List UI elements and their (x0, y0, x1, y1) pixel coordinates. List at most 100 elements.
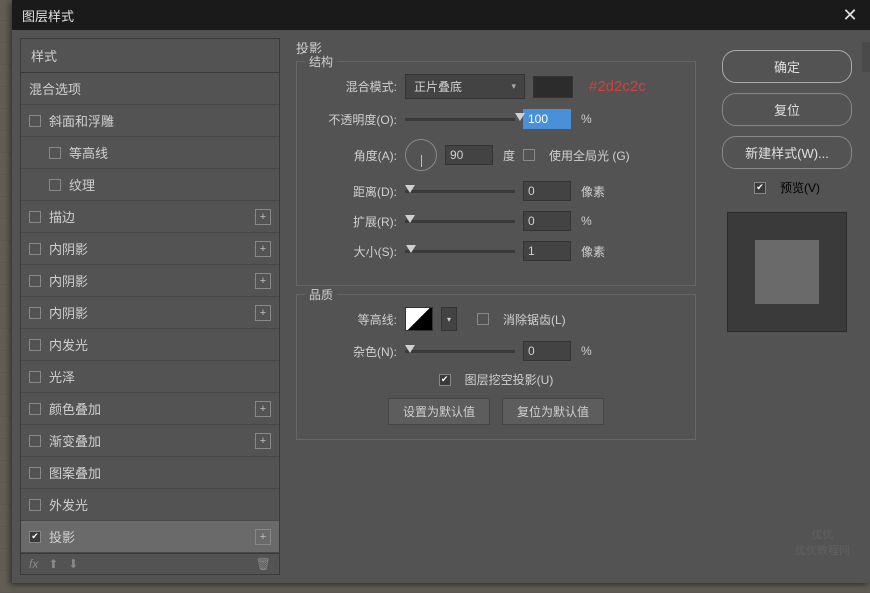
style-row-10[interactable]: 渐变叠加 + (21, 425, 279, 457)
style-label: 描边 (49, 207, 75, 226)
angle-input[interactable] (445, 145, 493, 165)
color-hex-annotation: #2d2c2c (589, 78, 646, 95)
add-effect-icon[interactable]: + (255, 241, 271, 257)
side-tab[interactable] (862, 42, 870, 72)
style-row-11[interactable]: 图案叠加 (21, 457, 279, 489)
style-row-9[interactable]: 颜色叠加 + (21, 393, 279, 425)
spread-label: 扩展(R): (307, 213, 397, 230)
style-checkbox[interactable] (29, 339, 41, 351)
add-effect-icon[interactable]: + (255, 209, 271, 225)
add-effect-icon[interactable]: + (255, 433, 271, 449)
preview-checkbox[interactable]: ✔预览(V) (754, 179, 820, 196)
style-checkbox[interactable] (29, 499, 41, 511)
size-slider[interactable] (405, 250, 515, 253)
reset-default-button[interactable]: 复位为默认值 (502, 398, 604, 425)
panel-title: 投影 (296, 38, 696, 57)
style-checkbox[interactable] (49, 147, 61, 159)
chevron-down-icon: ▾ (511, 81, 516, 92)
antialias-checkbox[interactable]: 消除锯齿(L) (477, 311, 566, 328)
style-checkbox[interactable] (29, 307, 41, 319)
style-label: 内发光 (49, 335, 88, 354)
styles-header[interactable]: 样式 (21, 39, 279, 73)
distance-input[interactable] (523, 181, 571, 201)
opacity-input[interactable] (523, 109, 571, 129)
style-label: 外发光 (49, 495, 88, 514)
style-row-2[interactable]: 纹理 (21, 169, 279, 201)
action-panel: 确定 复位 新建样式(W)... ✔预览(V) (712, 38, 862, 575)
style-row-12[interactable]: 外发光 (21, 489, 279, 521)
style-checkbox[interactable] (29, 467, 41, 479)
style-checkbox[interactable] (29, 211, 41, 223)
add-effect-icon[interactable]: + (255, 401, 271, 417)
fx-icon[interactable]: fx (29, 557, 38, 571)
style-label: 纹理 (69, 175, 95, 194)
contour-dropdown[interactable]: ▾ (441, 307, 457, 331)
style-label: 斜面和浮雕 (49, 111, 114, 130)
style-row-7[interactable]: 内发光 (21, 329, 279, 361)
style-checkbox[interactable] (29, 115, 41, 127)
style-checkbox[interactable] (29, 435, 41, 447)
add-effect-icon[interactable]: + (255, 529, 271, 545)
styles-sidebar: 样式 混合选项 斜面和浮雕等高线纹理描边 + 内阴影 + 内阴影 + 内阴影 + 内发光光泽颜色… (20, 38, 280, 575)
style-label: 图案叠加 (49, 463, 101, 482)
shadow-color-swatch[interactable] (533, 76, 573, 98)
titlebar[interactable]: 图层样式 ✕ (12, 0, 870, 30)
style-row-1[interactable]: 等高线 (21, 137, 279, 169)
noise-input[interactable] (523, 341, 571, 361)
spread-slider[interactable] (405, 220, 515, 223)
distance-label: 距离(D): (307, 183, 397, 200)
size-input[interactable] (523, 241, 571, 261)
preview-thumbnail (727, 212, 847, 332)
style-label: 内阴影 (49, 303, 88, 322)
style-row-13[interactable]: ✔ 投影 + (21, 521, 279, 553)
distance-slider[interactable] (405, 190, 515, 193)
noise-slider[interactable] (405, 350, 515, 353)
opacity-label: 不透明度(O): (307, 111, 397, 128)
contour-picker[interactable] (405, 307, 433, 331)
style-label: 投影 (49, 527, 75, 546)
style-row-6[interactable]: 内阴影 + (21, 297, 279, 329)
spread-input[interactable] (523, 211, 571, 231)
blend-mode-label: 混合模式: (307, 78, 397, 95)
style-label: 内阴影 (49, 271, 88, 290)
style-checkbox[interactable] (29, 275, 41, 287)
add-effect-icon[interactable]: + (255, 305, 271, 321)
add-effect-icon[interactable]: + (255, 273, 271, 289)
size-label: 大小(S): (307, 243, 397, 260)
knockout-checkbox[interactable]: ✔图层挖空投影(U) (439, 371, 554, 388)
opacity-slider[interactable] (405, 118, 515, 121)
style-row-3[interactable]: 描边 + (21, 201, 279, 233)
blending-options-row[interactable]: 混合选项 (21, 73, 279, 105)
cancel-button[interactable]: 复位 (722, 93, 852, 126)
global-light-checkbox[interactable]: 使用全局光 (G) (523, 147, 630, 164)
style-label: 光泽 (49, 367, 75, 386)
angle-label: 角度(A): (307, 147, 397, 164)
style-label: 等高线 (69, 143, 108, 162)
style-label: 内阴影 (49, 239, 88, 258)
style-row-4[interactable]: 内阴影 + (21, 233, 279, 265)
style-row-0[interactable]: 斜面和浮雕 (21, 105, 279, 137)
noise-label: 杂色(N): (307, 343, 397, 360)
blend-mode-dropdown[interactable]: 正片叠底 ▾ (405, 74, 525, 99)
ok-button[interactable]: 确定 (722, 50, 852, 83)
quality-fieldset: 品质 等高线: ▾ 消除锯齿(L) 杂色(N): % (296, 294, 696, 440)
style-row-8[interactable]: 光泽 (21, 361, 279, 393)
trash-icon[interactable]: 🗑 (256, 557, 271, 571)
new-style-button[interactable]: 新建样式(W)... (722, 136, 852, 169)
style-label: 颜色叠加 (49, 399, 101, 418)
arrow-up-icon[interactable]: ⬆ (48, 557, 58, 571)
close-icon[interactable]: ✕ (840, 5, 860, 26)
style-checkbox[interactable] (29, 403, 41, 415)
dialog-title: 图层样式 (22, 6, 74, 25)
set-default-button[interactable]: 设置为默认值 (388, 398, 490, 425)
arrow-down-icon[interactable]: ⬇ (68, 557, 78, 571)
settings-panel: 投影 结构 混合模式: 正片叠底 ▾ #2d2c2c 不透明度(O): % (288, 38, 704, 575)
style-checkbox[interactable] (29, 243, 41, 255)
angle-dial[interactable] (405, 139, 437, 171)
style-label: 渐变叠加 (49, 431, 101, 450)
style-row-5[interactable]: 内阴影 + (21, 265, 279, 297)
style-checkbox[interactable] (29, 371, 41, 383)
style-checkbox[interactable] (49, 179, 61, 191)
style-checkbox[interactable]: ✔ (29, 531, 41, 543)
watermark: 优优 优优教程网 (795, 526, 850, 558)
